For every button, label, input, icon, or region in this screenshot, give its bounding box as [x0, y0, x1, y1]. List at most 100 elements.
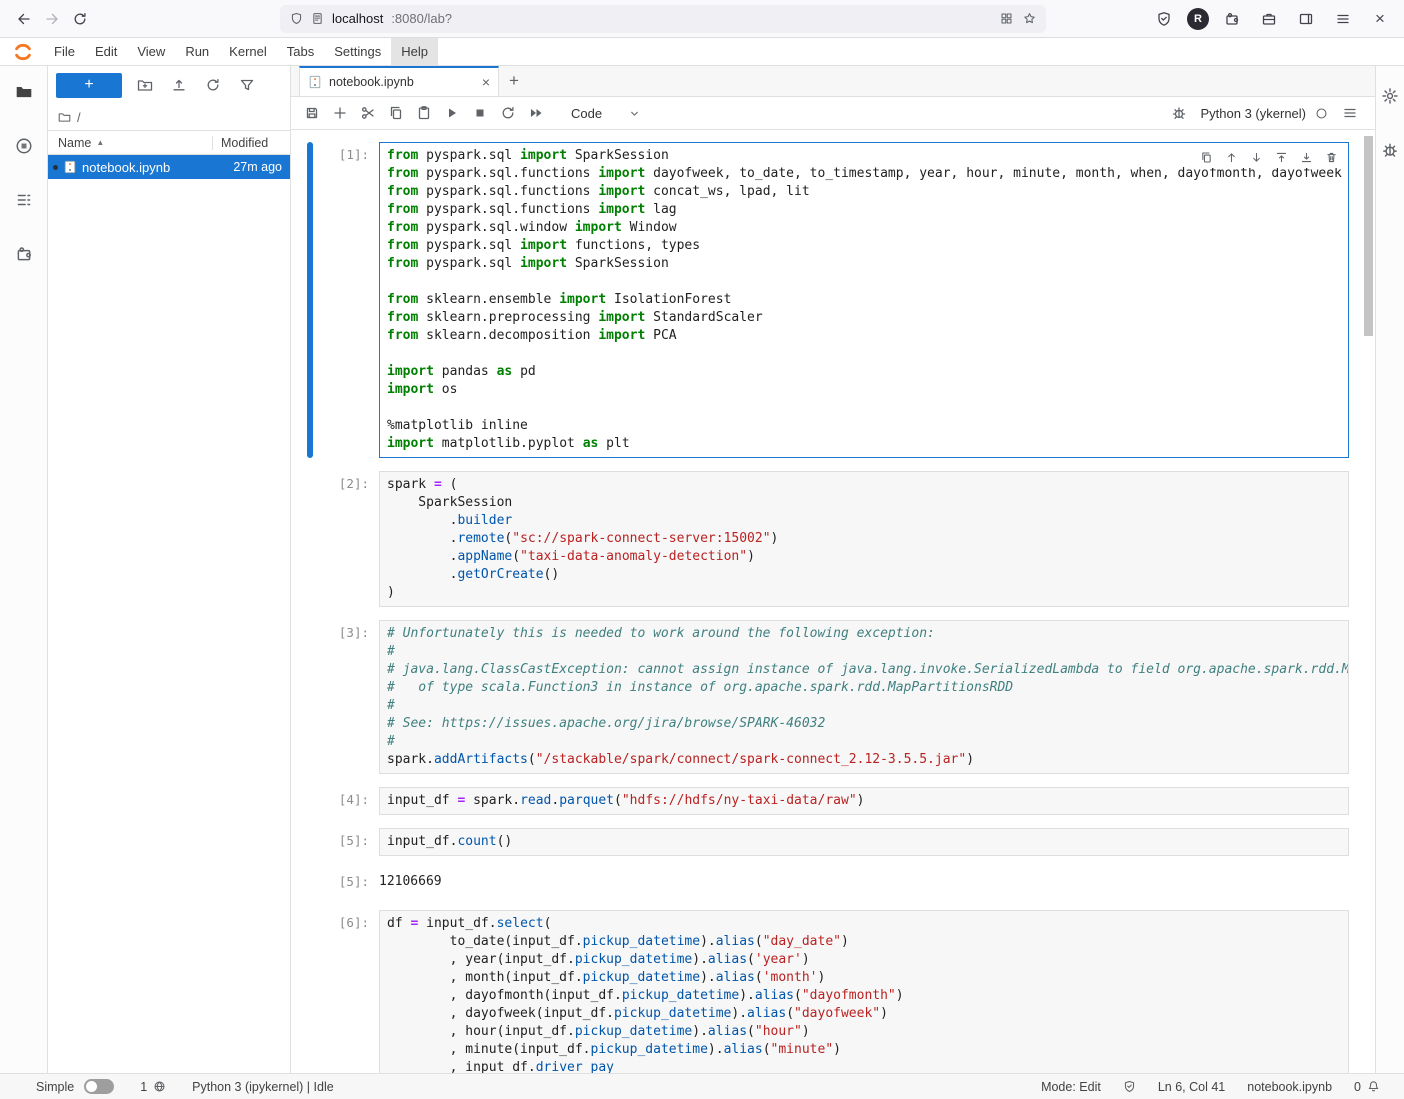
column-header-name[interactable]: Name ▲: [48, 136, 212, 150]
interrupt-kernel-button[interactable]: [467, 100, 493, 126]
cell-editor[interactable]: from pyspark.sql import SparkSessionfrom…: [379, 142, 1349, 458]
close-icon[interactable]: ×: [1366, 5, 1394, 33]
simple-mode-toggle[interactable]: [84, 1079, 114, 1094]
toolbox-icon[interactable]: [1255, 5, 1283, 33]
new-tab-button[interactable]: +: [499, 66, 529, 96]
toolbar-overflow-menu-icon[interactable]: [1337, 100, 1363, 126]
running-kernels-stop-icon[interactable]: [12, 134, 36, 158]
code-content[interactable]: # Unfortunately this is needed to work a…: [387, 625, 1341, 769]
output-collapser[interactable]: [307, 869, 313, 889]
new-folder-icon[interactable]: [134, 74, 156, 96]
paste-cells-button[interactable]: [411, 100, 437, 126]
move-cell-down-button[interactable]: [1245, 146, 1267, 168]
debugger-sidebar-bug-icon[interactable]: [1378, 138, 1402, 162]
code-cell-5[interactable]: [5]: input_df.count(): [301, 828, 1349, 856]
menu-edit[interactable]: Edit: [85, 38, 127, 65]
menu-help[interactable]: Help: [391, 38, 438, 65]
reload-button[interactable]: [66, 5, 94, 33]
code-content[interactable]: df = input_df.select( to_date(input_df.p…: [387, 915, 1341, 1073]
tracking-protection-shield-icon[interactable]: [290, 12, 303, 25]
move-cell-up-button[interactable]: [1220, 146, 1242, 168]
menu-file[interactable]: File: [44, 38, 85, 65]
code-content[interactable]: input_df = spark.read.parquet("hdfs://hd…: [387, 792, 1341, 810]
cell-editor[interactable]: input_df.count(): [379, 828, 1349, 856]
menu-kernel[interactable]: Kernel: [219, 38, 277, 65]
column-header-modified[interactable]: Modified: [212, 136, 290, 150]
save-button[interactable]: [299, 100, 325, 126]
extension-manager-puzzle-icon[interactable]: [12, 242, 36, 266]
url-bar[interactable]: localhost:8080/lab?: [280, 5, 1046, 33]
cell-collapser[interactable]: [307, 787, 313, 815]
cell-collapser[interactable]: [307, 142, 313, 458]
code-cell-4[interactable]: [4]: input_df = spark.read.parquet("hdfs…: [301, 787, 1349, 815]
restart-kernel-button[interactable]: [495, 100, 521, 126]
mode-indicator[interactable]: Mode: Edit: [1041, 1080, 1101, 1094]
new-launcher-button[interactable]: +: [56, 73, 122, 98]
code-content[interactable]: spark = ( SparkSession .builder .remote(…: [387, 476, 1341, 602]
filter-funnel-icon[interactable]: [236, 74, 258, 96]
menu-view[interactable]: View: [127, 38, 175, 65]
kernel-name[interactable]: Python 3 (ykernel): [1201, 106, 1307, 121]
code-cell-6[interactable]: [6]: df = input_df.select( to_date(input…: [301, 910, 1349, 1073]
forward-button[interactable]: [38, 5, 66, 33]
property-inspector-gear-icon[interactable]: [1378, 84, 1402, 108]
menu-tabs[interactable]: Tabs: [277, 38, 324, 65]
code-content[interactable]: input_df.count(): [387, 833, 1341, 851]
cell-editor[interactable]: spark = ( SparkSession .builder .remote(…: [379, 471, 1349, 607]
output-prompt: [5]:: [321, 869, 379, 889]
tab-close-icon[interactable]: ×: [482, 74, 490, 90]
duplicate-cell-button[interactable]: [1195, 146, 1217, 168]
app-menu-button[interactable]: [1329, 5, 1357, 33]
file-row-notebook[interactable]: notebook.ipynb 27m ago: [48, 155, 290, 179]
menu-settings[interactable]: Settings: [324, 38, 391, 65]
table-of-contents-icon[interactable]: [12, 188, 36, 212]
cell-editor[interactable]: input_df = spark.read.parquet("hdfs://hd…: [379, 787, 1349, 815]
cursor-position[interactable]: Ln 6, Col 41: [1158, 1080, 1225, 1094]
shield-check-icon[interactable]: [1150, 5, 1178, 33]
kernel-status-idle-icon[interactable]: [1315, 107, 1328, 120]
file-name: notebook.ipynb: [82, 160, 170, 175]
account-avatar[interactable]: R: [1187, 8, 1209, 30]
copy-cells-button[interactable]: [383, 100, 409, 126]
cell-editor[interactable]: # Unfortunately this is needed to work a…: [379, 620, 1349, 774]
restart-run-all-button[interactable]: [523, 100, 549, 126]
insert-cell-below-button[interactable]: [1295, 146, 1317, 168]
sidebar-toggle-icon[interactable]: [1292, 5, 1320, 33]
sessions-indicator[interactable]: 1: [140, 1080, 166, 1094]
cell-collapser[interactable]: [307, 620, 313, 774]
debugger-bug-icon[interactable]: [1166, 100, 1192, 126]
insert-cell-button[interactable]: [327, 100, 353, 126]
breadcrumb-root[interactable]: /: [77, 110, 81, 125]
cell-type-dropdown[interactable]: Code: [565, 104, 647, 123]
cell-editor[interactable]: df = input_df.select( to_date(input_df.p…: [379, 910, 1349, 1073]
code-content[interactable]: from pyspark.sql import SparkSessionfrom…: [387, 147, 1341, 453]
upload-icon[interactable]: [168, 74, 190, 96]
insert-cell-above-button[interactable]: [1270, 146, 1292, 168]
run-cell-button[interactable]: [439, 100, 465, 126]
menu-run[interactable]: Run: [175, 38, 219, 65]
right-sidebar-strip: [1375, 66, 1404, 1073]
file-browser-tab-folder-icon[interactable]: [12, 80, 36, 104]
refresh-icon[interactable]: [202, 74, 224, 96]
tab-notebook[interactable]: notebook.ipynb ×: [299, 66, 499, 96]
notifications-indicator[interactable]: 0: [1354, 1080, 1380, 1094]
cell-collapser[interactable]: [307, 828, 313, 856]
extensions-puzzle-icon[interactable]: [1218, 5, 1246, 33]
delete-cell-button[interactable]: [1320, 146, 1342, 168]
scrollbar-thumb[interactable]: [1364, 136, 1373, 336]
code-cell-3[interactable]: [3]: # Unfortunately this is needed to w…: [301, 620, 1349, 774]
code-cell-2[interactable]: [2]: spark = ( SparkSession .builder .re…: [301, 471, 1349, 607]
cut-cells-button[interactable]: [355, 100, 381, 126]
execution-prompt: [6]:: [321, 910, 379, 1073]
kernel-status-text[interactable]: Python 3 (ipykernel) | Idle: [192, 1080, 334, 1094]
notebook-scroll-area[interactable]: [1]: from pyspark.sql import SparkSessio…: [291, 130, 1375, 1073]
cell-collapser[interactable]: [307, 471, 313, 607]
page-info-icon[interactable]: [311, 12, 324, 25]
containers-grid-icon[interactable]: [1000, 12, 1013, 25]
bookmark-star-icon[interactable]: [1023, 12, 1036, 25]
browser-toolbar: localhost:8080/lab? R ×: [0, 0, 1404, 38]
code-cell-1[interactable]: [1]: from pyspark.sql import SparkSessio…: [301, 142, 1349, 458]
breadcrumb[interactable]: /: [48, 104, 290, 130]
cell-collapser[interactable]: [307, 910, 313, 1073]
back-button[interactable]: [10, 5, 38, 33]
